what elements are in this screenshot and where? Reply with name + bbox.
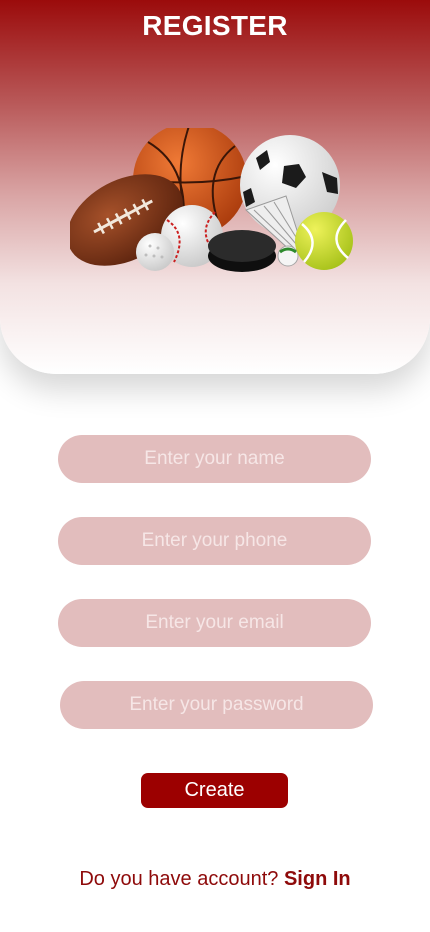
signin-prompt-text: Do you have account? bbox=[79, 868, 284, 890]
golf-ball-icon bbox=[136, 233, 174, 271]
signin-link[interactable]: Sign In bbox=[284, 868, 351, 890]
page-title: REGISTER bbox=[142, 10, 288, 41]
phone-input[interactable] bbox=[58, 517, 371, 565]
email-input[interactable] bbox=[58, 599, 371, 647]
name-input[interactable] bbox=[58, 435, 371, 483]
header-banner: REGISTER bbox=[0, 0, 430, 374]
sports-balls-illustration bbox=[70, 128, 353, 272]
signin-prompt-row: Do you have account? Sign In bbox=[0, 868, 430, 891]
register-screen: REGISTER Enter your name Enter your phon… bbox=[0, 0, 430, 932]
hockey-puck-icon bbox=[208, 230, 276, 272]
tennis-ball-icon bbox=[295, 212, 353, 270]
password-input[interactable] bbox=[60, 681, 373, 729]
create-button[interactable]: Create bbox=[141, 773, 288, 808]
